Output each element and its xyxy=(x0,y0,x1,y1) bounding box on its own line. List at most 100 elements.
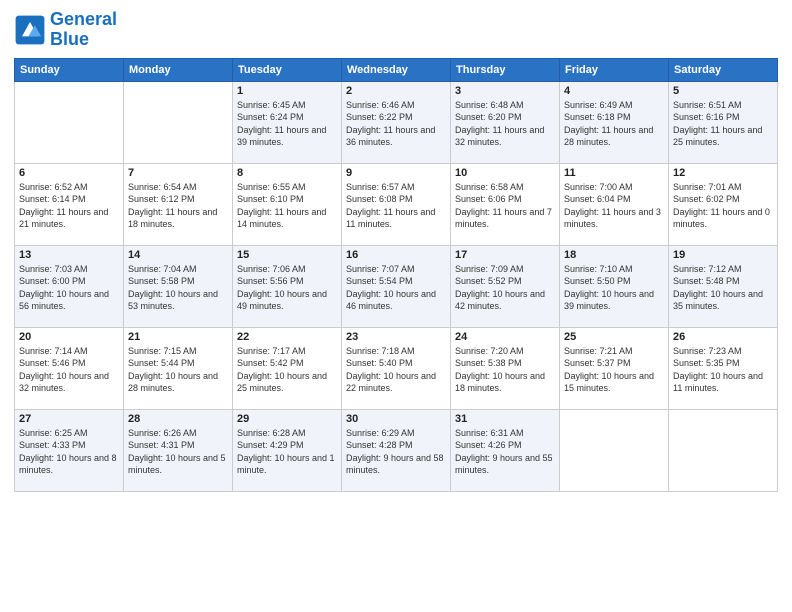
day-number: 8 xyxy=(237,167,337,179)
calendar-cell: 25 Sunrise: 7:21 AMSunset: 5:37 PMDayligh… xyxy=(560,327,669,409)
day-info: Sunrise: 6:31 AMSunset: 4:26 PMDaylight:… xyxy=(455,427,555,477)
day-info: Sunrise: 7:20 AMSunset: 5:38 PMDaylight:… xyxy=(455,345,555,395)
day-number: 4 xyxy=(564,85,664,97)
day-number: 13 xyxy=(19,249,119,261)
calendar-cell: 4 Sunrise: 6:49 AMSunset: 6:18 PMDaylight… xyxy=(560,81,669,163)
day-info: Sunrise: 7:15 AMSunset: 5:44 PMDaylight:… xyxy=(128,345,228,395)
day-number: 31 xyxy=(455,413,555,425)
calendar-cell: 19 Sunrise: 7:12 AMSunset: 5:48 PMDayligh… xyxy=(669,245,778,327)
day-info: Sunrise: 7:12 AMSunset: 5:48 PMDaylight:… xyxy=(673,263,773,313)
day-info: Sunrise: 6:52 AMSunset: 6:14 PMDaylight:… xyxy=(19,181,119,231)
calendar-week-4: 20Sunrise: 7:14 AMSunset: 5:46 PMDayligh… xyxy=(15,327,778,409)
day-number: 10 xyxy=(455,167,555,179)
day-number: 19 xyxy=(673,249,773,261)
day-info: Sunrise: 7:04 AMSunset: 5:58 PMDaylight:… xyxy=(128,263,228,313)
day-info: Sunrise: 6:49 AMSunset: 6:18 PMDaylight:… xyxy=(564,99,664,149)
day-number: 6 xyxy=(19,167,119,179)
weekday-header-wednesday: Wednesday xyxy=(342,58,451,81)
logo-icon xyxy=(14,14,46,46)
calendar-cell xyxy=(560,409,669,491)
day-info: Sunrise: 7:01 AMSunset: 6:02 PMDaylight:… xyxy=(673,181,773,231)
page: General Blue SundayMondayTuesdayWednesda… xyxy=(0,0,792,612)
day-info: Sunrise: 6:58 AMSunset: 6:06 PMDaylight:… xyxy=(455,181,555,231)
calendar-cell: 5 Sunrise: 6:51 AMSunset: 6:16 PMDaylight… xyxy=(669,81,778,163)
day-number: 21 xyxy=(128,331,228,343)
day-info: Sunrise: 6:48 AMSunset: 6:20 PMDaylight:… xyxy=(455,99,555,149)
day-info: Sunrise: 6:57 AMSunset: 6:08 PMDaylight:… xyxy=(346,181,446,231)
day-number: 12 xyxy=(673,167,773,179)
calendar-cell: 28 Sunrise: 6:26 AMSunset: 4:31 PMDayligh… xyxy=(124,409,233,491)
weekday-header-monday: Monday xyxy=(124,58,233,81)
calendar-cell: 22Sunrise: 7:17 AMSunset: 5:42 PMDayligh… xyxy=(233,327,342,409)
calendar-week-1: 1Sunrise: 6:45 AMSunset: 6:24 PMDaylight… xyxy=(15,81,778,163)
day-number: 29 xyxy=(237,413,337,425)
day-info: Sunrise: 7:10 AMSunset: 5:50 PMDaylight:… xyxy=(564,263,664,313)
calendar-cell: 12 Sunrise: 7:01 AMSunset: 6:02 PMDayligh… xyxy=(669,163,778,245)
calendar-week-3: 13Sunrise: 7:03 AMSunset: 6:00 PMDayligh… xyxy=(15,245,778,327)
day-number: 16 xyxy=(346,249,446,261)
calendar-cell: 14 Sunrise: 7:04 AMSunset: 5:58 PMDayligh… xyxy=(124,245,233,327)
day-number: 2 xyxy=(346,85,446,97)
calendar-cell: 16Sunrise: 7:07 AMSunset: 5:54 PMDayligh… xyxy=(342,245,451,327)
logo: General Blue xyxy=(14,10,117,50)
weekday-header-row: SundayMondayTuesdayWednesdayThursdayFrid… xyxy=(15,58,778,81)
calendar-cell: 7Sunrise: 6:54 AMSunset: 6:12 PMDaylight… xyxy=(124,163,233,245)
day-number: 27 xyxy=(19,413,119,425)
weekday-header-friday: Friday xyxy=(560,58,669,81)
day-info: Sunrise: 6:25 AMSunset: 4:33 PMDaylight:… xyxy=(19,427,119,477)
calendar-cell xyxy=(669,409,778,491)
day-info: Sunrise: 7:18 AMSunset: 5:40 PMDaylight:… xyxy=(346,345,446,395)
day-info: Sunrise: 7:21 AMSunset: 5:37 PMDaylight:… xyxy=(564,345,664,395)
day-info: Sunrise: 6:26 AMSunset: 4:31 PMDaylight:… xyxy=(128,427,228,477)
calendar-cell: 11 Sunrise: 7:00 AMSunset: 6:04 PMDayligh… xyxy=(560,163,669,245)
calendar-cell: 24 Sunrise: 7:20 AMSunset: 5:38 PMDayligh… xyxy=(451,327,560,409)
weekday-header-tuesday: Tuesday xyxy=(233,58,342,81)
calendar-week-2: 6 Sunrise: 6:52 AMSunset: 6:14 PMDaylight… xyxy=(15,163,778,245)
calendar-cell: 23 Sunrise: 7:18 AMSunset: 5:40 PMDayligh… xyxy=(342,327,451,409)
day-info: Sunrise: 6:46 AMSunset: 6:22 PMDaylight:… xyxy=(346,99,446,149)
calendar-cell: 10 Sunrise: 6:58 AMSunset: 6:06 PMDayligh… xyxy=(451,163,560,245)
day-number: 30 xyxy=(346,413,446,425)
day-number: 25 xyxy=(564,331,664,343)
calendar-cell: 31 Sunrise: 6:31 AMSunset: 4:26 PMDayligh… xyxy=(451,409,560,491)
day-info: Sunrise: 7:17 AMSunset: 5:42 PMDaylight:… xyxy=(237,345,337,395)
calendar-cell: 2 Sunrise: 6:46 AMSunset: 6:22 PMDaylight… xyxy=(342,81,451,163)
calendar-header: SundayMondayTuesdayWednesdayThursdayFrid… xyxy=(15,58,778,81)
day-info: Sunrise: 7:00 AMSunset: 6:04 PMDaylight:… xyxy=(564,181,664,231)
day-info: Sunrise: 6:29 AMSunset: 4:28 PMDaylight:… xyxy=(346,427,446,477)
calendar-cell: 21 Sunrise: 7:15 AMSunset: 5:44 PMDayligh… xyxy=(124,327,233,409)
logo-line2: Blue xyxy=(50,30,117,50)
day-info: Sunrise: 7:23 AMSunset: 5:35 PMDaylight:… xyxy=(673,345,773,395)
weekday-header-sunday: Sunday xyxy=(15,58,124,81)
calendar-cell: 27 Sunrise: 6:25 AMSunset: 4:33 PMDayligh… xyxy=(15,409,124,491)
calendar-cell xyxy=(15,81,124,163)
day-info: Sunrise: 6:51 AMSunset: 6:16 PMDaylight:… xyxy=(673,99,773,149)
day-number: 28 xyxy=(128,413,228,425)
calendar-cell: 18Sunrise: 7:10 AMSunset: 5:50 PMDayligh… xyxy=(560,245,669,327)
day-info: Sunrise: 6:28 AMSunset: 4:29 PMDaylight:… xyxy=(237,427,337,477)
calendar-cell: 8Sunrise: 6:55 AMSunset: 6:10 PMDaylight… xyxy=(233,163,342,245)
day-number: 11 xyxy=(564,167,664,179)
weekday-header-saturday: Saturday xyxy=(669,58,778,81)
day-number: 1 xyxy=(237,85,337,97)
day-number: 24 xyxy=(455,331,555,343)
day-number: 15 xyxy=(237,249,337,261)
logo-line1: General xyxy=(50,10,117,30)
day-info: Sunrise: 6:54 AMSunset: 6:12 PMDaylight:… xyxy=(128,181,228,231)
calendar-cell: 13Sunrise: 7:03 AMSunset: 6:00 PMDayligh… xyxy=(15,245,124,327)
calendar-cell: 9 Sunrise: 6:57 AMSunset: 6:08 PMDaylight… xyxy=(342,163,451,245)
day-number: 17 xyxy=(455,249,555,261)
calendar-body: 1Sunrise: 6:45 AMSunset: 6:24 PMDaylight… xyxy=(15,81,778,491)
day-number: 5 xyxy=(673,85,773,97)
calendar-cell: 29 Sunrise: 6:28 AMSunset: 4:29 PMDayligh… xyxy=(233,409,342,491)
calendar-cell: 26 Sunrise: 7:23 AMSunset: 5:35 PMDayligh… xyxy=(669,327,778,409)
calendar-cell: 17Sunrise: 7:09 AMSunset: 5:52 PMDayligh… xyxy=(451,245,560,327)
day-number: 3 xyxy=(455,85,555,97)
day-number: 9 xyxy=(346,167,446,179)
calendar-cell xyxy=(124,81,233,163)
calendar-cell: 30 Sunrise: 6:29 AMSunset: 4:28 PMDayligh… xyxy=(342,409,451,491)
day-number: 23 xyxy=(346,331,446,343)
day-number: 14 xyxy=(128,249,228,261)
calendar-cell: 1Sunrise: 6:45 AMSunset: 6:24 PMDaylight… xyxy=(233,81,342,163)
day-number: 26 xyxy=(673,331,773,343)
